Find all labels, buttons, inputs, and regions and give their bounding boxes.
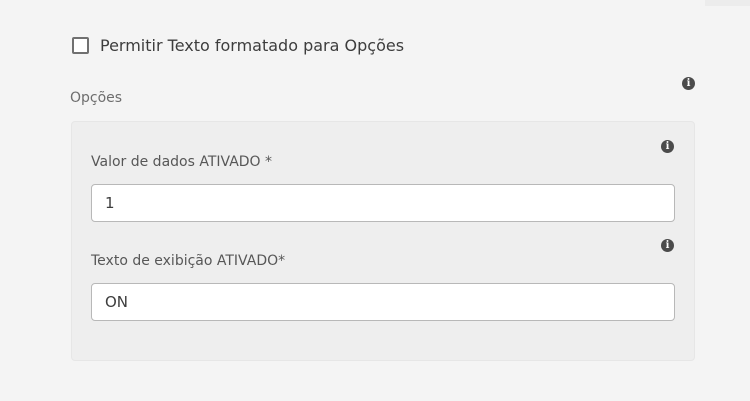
on-text-input[interactable] (91, 283, 675, 321)
top-right-divider-block (705, 0, 750, 6)
options-section-label: Opções (70, 90, 123, 106)
rich-text-checkbox-row[interactable]: Permitir Texto formatado para Opções (72, 36, 404, 55)
options-info-icon[interactable]: i (682, 77, 695, 90)
rich-text-checkbox[interactable] (72, 37, 89, 54)
on-text-info-icon[interactable]: i (661, 239, 674, 252)
rich-text-checkbox-label[interactable]: Permitir Texto formatado para Opções (100, 36, 404, 55)
on-value-input[interactable] (91, 184, 675, 222)
on-value-info-icon[interactable]: i (661, 140, 674, 153)
on-value-label: Valor de dados ATIVADO * (91, 154, 273, 170)
on-text-label: Texto de exibição ATIVADO* (91, 253, 286, 269)
